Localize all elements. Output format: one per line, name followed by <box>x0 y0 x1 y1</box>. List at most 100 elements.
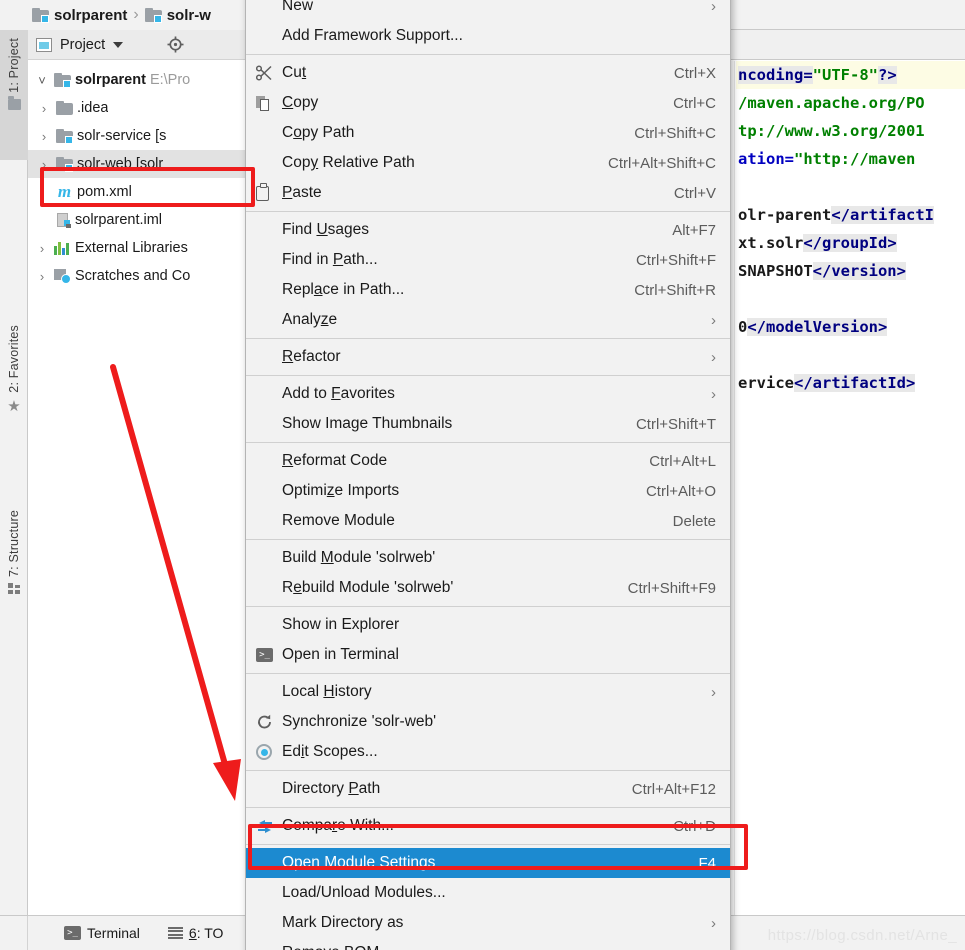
menu-item-label: Rebuild Module 'solrweb' <box>282 579 454 596</box>
menu-item-label: Cut <box>282 64 307 81</box>
crosshair-target-icon[interactable] <box>167 36 184 53</box>
code-line: ervice</artifactId> <box>736 369 965 397</box>
sidebar-item-project[interactable]: 1: Project <box>0 38 28 110</box>
menu-item-label: Find in Path... <box>282 251 378 268</box>
context-menu[interactable]: New › Add Framework Support... Cut Ctrl+X Cop… <box>245 0 731 950</box>
project-tree[interactable]: ˅ solrparent E:\Pro › .idea › solr-servi… <box>28 60 246 290</box>
sidebar-item-structure[interactable]: 7: Structure <box>0 510 28 595</box>
menu-item-new[interactable]: New › <box>246 0 730 21</box>
menu-item-refactor[interactable]: Refactor › <box>246 342 730 372</box>
code-token: ncoding= <box>738 66 813 84</box>
code-token: ervice <box>738 374 794 392</box>
code-token: </modelVersion> <box>747 318 888 336</box>
breadcrumb-item-solr-web[interactable]: solr-w <box>144 7 211 24</box>
tree-row-external-libraries[interactable]: › External Libraries <box>28 234 246 262</box>
code-token: </artifactId> <box>794 374 916 392</box>
menu-item-shortcut: Ctrl+Alt+F12 <box>631 780 716 798</box>
status-bar-terminal-label: Terminal <box>87 925 140 941</box>
menu-item-copy-relative-path[interactable]: Copy Relative Path Ctrl+Alt+Shift+C <box>246 148 730 178</box>
tree-row-solrparent-iml[interactable]: solrparent.iml <box>28 206 246 234</box>
chevron-down-icon[interactable]: ˅ <box>34 73 50 88</box>
status-bar-todo[interactable]: 6: TO <box>150 925 234 941</box>
menu-item-paste[interactable]: Paste Ctrl+V <box>246 178 730 208</box>
editor-breadcrumb-bar <box>725 30 965 60</box>
iml-file-icon <box>56 212 71 228</box>
chevron-right-icon: › <box>711 683 716 701</box>
tree-row-scratches[interactable]: › Scratches and Co <box>28 262 246 290</box>
menu-item-label: Copy <box>282 94 319 111</box>
tree-row-idea[interactable]: › .idea <box>28 94 246 122</box>
menu-item-shortcut: Delete <box>672 512 716 530</box>
menu-item-show-image-thumbnails[interactable]: Show Image Thumbnails Ctrl+Shift+T <box>246 409 730 439</box>
project-view-title[interactable]: Project <box>60 37 105 53</box>
menu-item-label: Mark Directory as <box>282 914 404 931</box>
menu-item-analyze[interactable]: Analyze › <box>246 305 730 335</box>
menu-item-optimize-imports[interactable]: Optimize Imports Ctrl+Alt+O <box>246 476 730 506</box>
code-line: /maven.apache.org/PO <box>736 89 965 117</box>
breadcrumb-item-solrparent[interactable]: solrparent <box>32 7 127 24</box>
status-bar-left-pad <box>0 915 28 950</box>
scope-radio-icon <box>256 744 282 760</box>
tree-row-label: solrparent E:\Pro <box>75 72 191 88</box>
code-line: ation="http://maven <box>736 145 965 173</box>
chevron-right-icon[interactable]: › <box>34 241 50 256</box>
chevron-right-icon[interactable]: › <box>36 129 52 144</box>
menu-item-compare-with[interactable]: Compare With... Ctrl+D <box>246 811 730 841</box>
maven-icon: m <box>57 182 72 201</box>
refresh-icon <box>256 714 282 730</box>
menu-item-shortcut: Ctrl+C <box>673 94 716 112</box>
module-folder-icon <box>56 129 73 144</box>
status-bar-terminal[interactable]: >_ Terminal <box>28 925 150 941</box>
breadcrumb-separator-icon: › <box>133 6 139 23</box>
xml-code-editor[interactable]: ncoding="UTF-8"?> /maven.apache.org/PO tp:… <box>725 61 965 915</box>
menu-item-remove-module[interactable]: Remove Module Delete <box>246 506 730 536</box>
menu-item-open-module-settings[interactable]: Open Module Settings F4 <box>246 848 730 878</box>
sidebar-item-favorites[interactable]: ★ 2: Favorites <box>0 325 28 414</box>
menu-item-local-history[interactable]: Local History › <box>246 677 730 707</box>
tree-row-pom-xml[interactable]: m pom.xml <box>28 178 246 206</box>
project-toolbar: Project <box>28 30 246 60</box>
chevron-right-icon[interactable]: › <box>36 101 52 116</box>
code-lines: ncoding="UTF-8"?> /maven.apache.org/PO tp:… <box>736 61 965 397</box>
menu-item-find-in-path[interactable]: Find in Path... Ctrl+Shift+F <box>246 245 730 275</box>
compare-icon <box>256 819 282 834</box>
editor-tab-strip <box>725 0 965 30</box>
menu-item-mark-directory-as[interactable]: Mark Directory as › <box>246 908 730 938</box>
chevron-down-icon[interactable] <box>113 41 124 48</box>
tree-row-label: solr-service [s <box>77 128 167 144</box>
scissors-icon <box>256 65 282 81</box>
menu-item-shortcut: Ctrl+Shift+R <box>634 281 716 299</box>
menu-item-label: Copy Relative Path <box>282 154 415 171</box>
code-token: tp://www.w3.org/2001 <box>738 122 925 140</box>
menu-item-replace-in-path[interactable]: Replace in Path... Ctrl+Shift+R <box>246 275 730 305</box>
menu-item-add-framework-support[interactable]: Add Framework Support... <box>246 21 730 51</box>
watermark: https://blog.csdn.net/Arne_ <box>767 927 957 944</box>
menu-item-cut[interactable]: Cut Ctrl+X <box>246 58 730 88</box>
sidebar-item-label: 1: Project <box>7 38 21 93</box>
menu-item-build-module-solrweb[interactable]: Build Module 'solrweb' <box>246 543 730 573</box>
code-line: xt.solr</groupId> <box>736 229 965 257</box>
menu-item-label: Load/Unload Modules... <box>282 884 446 901</box>
menu-item-copy-path[interactable]: Copy Path Ctrl+Shift+C <box>246 118 730 148</box>
menu-item-open-in-terminal[interactable]: >_ Open in Terminal <box>246 640 730 670</box>
menu-separator <box>246 807 730 808</box>
menu-item-label: New <box>282 0 314 14</box>
menu-item-show-in-explorer[interactable]: Show in Explorer <box>246 610 730 640</box>
chevron-right-icon[interactable]: › <box>36 157 52 172</box>
menu-item-shortcut: Alt+F7 <box>672 221 716 239</box>
menu-item-reformat-code[interactable]: Reformat Code Ctrl+Alt+L <box>246 446 730 476</box>
tree-row-solr-service[interactable]: › solr-service [s <box>28 122 246 150</box>
menu-item-copy[interactable]: Copy Ctrl+C <box>246 88 730 118</box>
chevron-right-icon[interactable]: › <box>34 269 50 284</box>
menu-item-add-to-favorites[interactable]: Add to Favorites › <box>246 379 730 409</box>
menu-item-find-usages[interactable]: Find Usages Alt+F7 <box>246 215 730 245</box>
menu-item-label: Find Usages <box>282 221 370 238</box>
menu-item-directory-path[interactable]: Directory Path Ctrl+Alt+F12 <box>246 774 730 804</box>
menu-item-rebuild-module-solrweb[interactable]: Rebuild Module 'solrweb' Ctrl+Shift+F9 <box>246 573 730 603</box>
tree-row-solr-web[interactable]: › solr-web [solr <box>28 150 246 178</box>
tree-row-solrparent[interactable]: ˅ solrparent E:\Pro <box>28 66 246 94</box>
menu-item-remove-bom[interactable]: Remove BOM <box>246 938 730 950</box>
menu-item-load-unload-modules[interactable]: Load/Unload Modules... <box>246 878 730 908</box>
menu-item-synchronize-solr-web[interactable]: Synchronize 'solr-web' <box>246 707 730 737</box>
menu-item-edit-scopes[interactable]: Edit Scopes... <box>246 737 730 767</box>
